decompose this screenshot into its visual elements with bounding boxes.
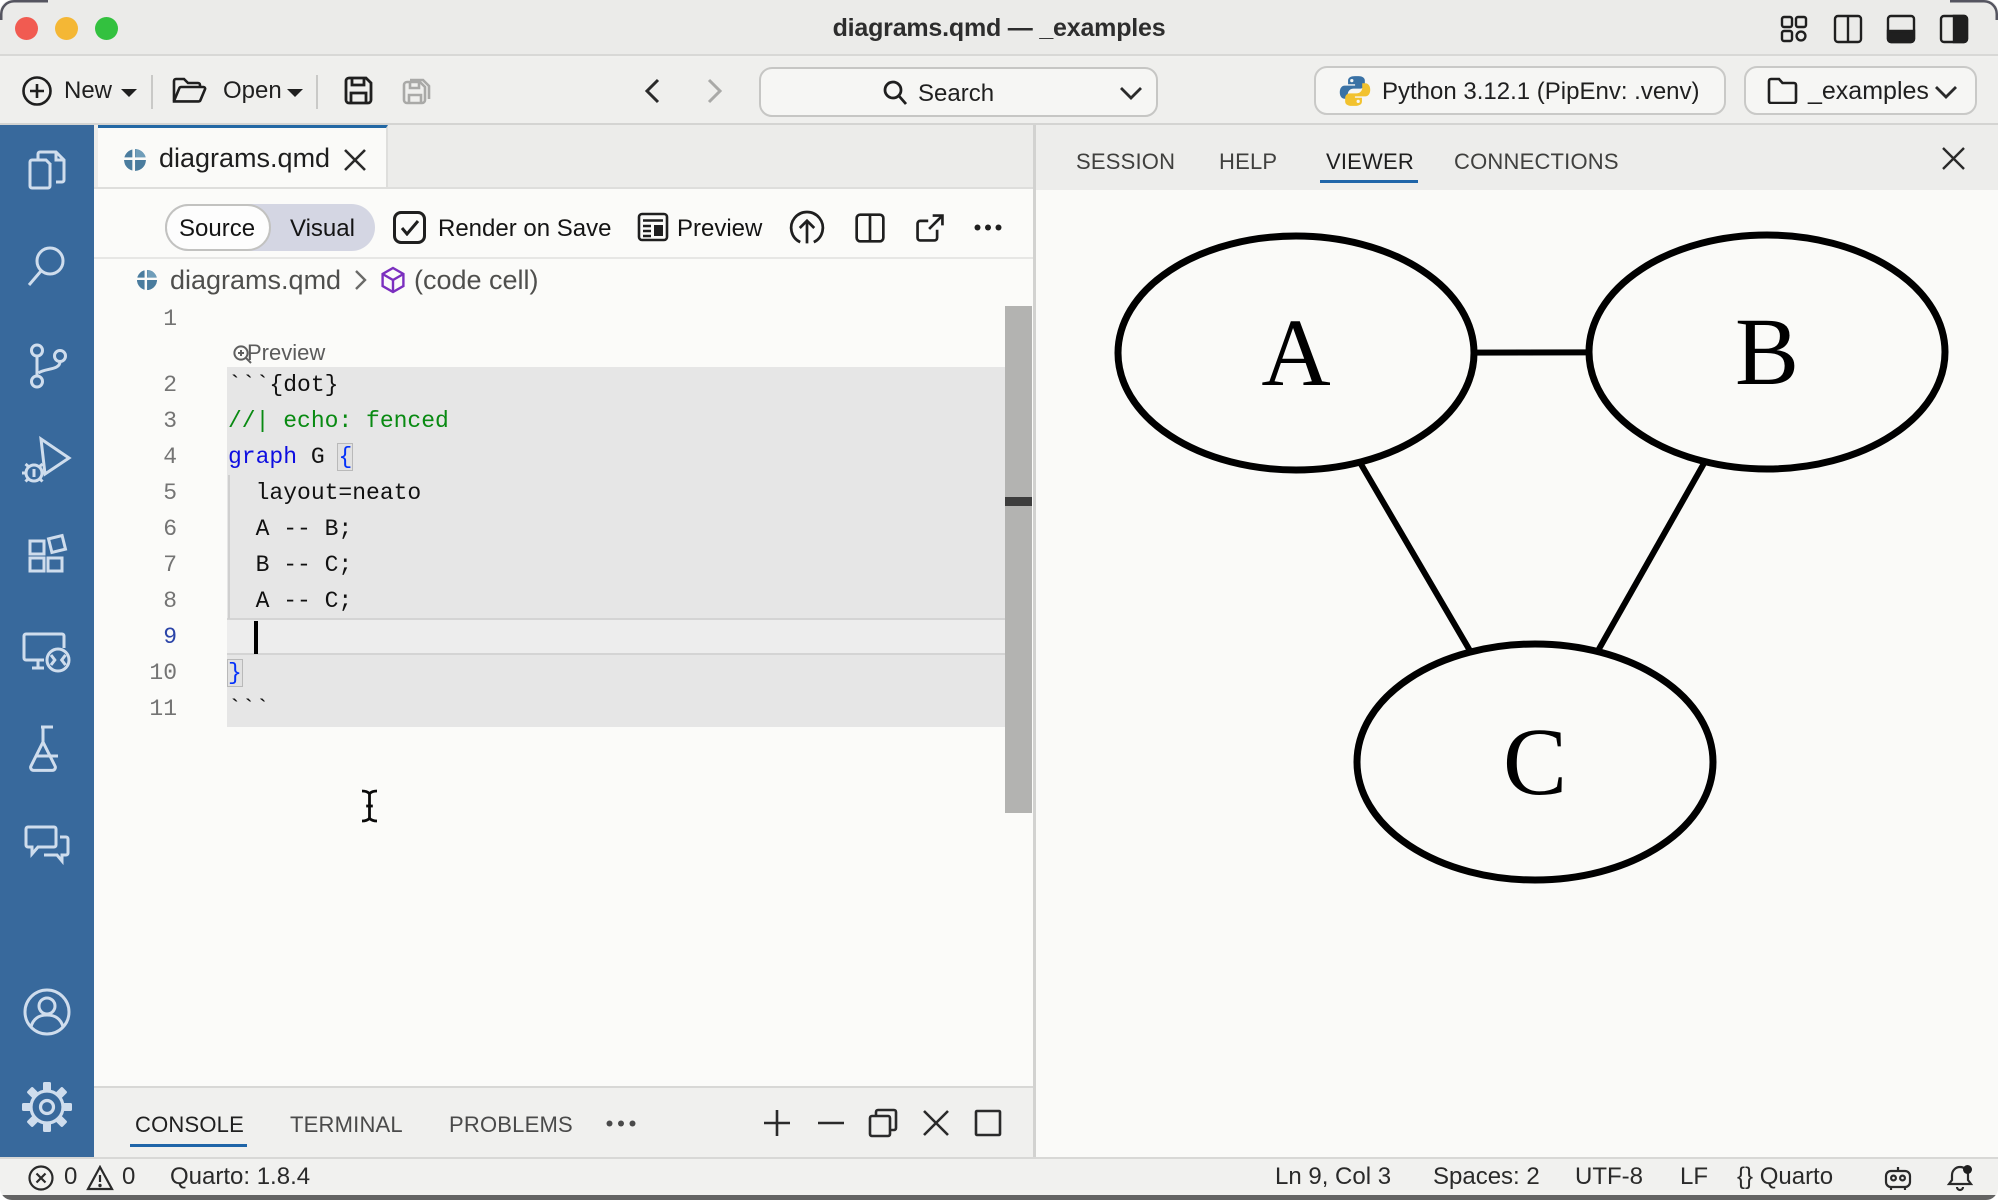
svg-text:A: A	[1261, 299, 1330, 406]
svg-text:B: B	[1735, 298, 1799, 405]
svg-text:C: C	[1503, 708, 1567, 815]
